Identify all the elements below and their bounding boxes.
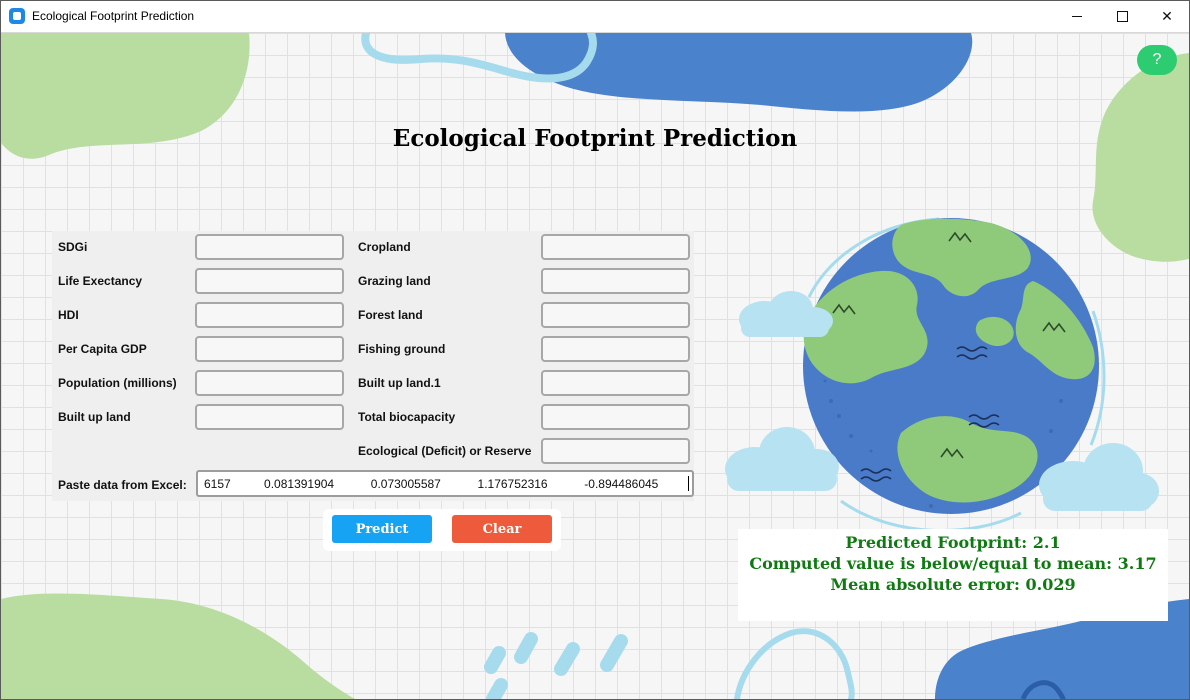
forest-land-input[interactable]: [541, 302, 690, 328]
close-icon: ✕: [1161, 8, 1173, 24]
label-per-capita-gdp: Per Capita GDP: [58, 342, 147, 356]
minimize-button[interactable]: [1054, 1, 1100, 32]
label-built-up-land: Built up land: [58, 410, 131, 424]
label-life-expectancy: Life Exectancy: [58, 274, 143, 288]
text-caret: [688, 476, 689, 491]
predicted-footprint-text: Predicted Footprint: 2.1: [845, 533, 1061, 552]
clear-button[interactable]: Clear: [452, 515, 552, 543]
close-button[interactable]: ✕: [1144, 1, 1189, 32]
label-total-biocapacity: Total biocapacity: [358, 410, 456, 424]
maximize-button[interactable]: [1099, 1, 1145, 32]
life-expectancy-input[interactable]: [195, 268, 344, 294]
ecological-deficit-input[interactable]: [541, 438, 690, 464]
hdi-input[interactable]: [195, 302, 344, 328]
built-up-land-1-input[interactable]: [541, 370, 690, 396]
app-window: Ecological Footprint Prediction ✕ ? Ecol…: [0, 0, 1190, 700]
cloud-left: [739, 291, 833, 337]
label-forest-land: Forest land: [358, 308, 423, 322]
minimize-icon: [1072, 16, 1082, 17]
per-capita-gdp-input[interactable]: [195, 336, 344, 362]
pill-dashes: [484, 632, 628, 699]
label-ecological-deficit: Ecological (Deficit) or Reserve: [358, 444, 532, 458]
title-bar: Ecological Footprint Prediction ✕: [1, 1, 1189, 33]
label-cropland: Cropland: [358, 240, 411, 254]
maximize-icon: [1116, 11, 1128, 22]
input-form: SDGi Life Exectancy HDI Per Capita GDP P…: [52, 231, 694, 501]
globe-illustration: [725, 217, 1159, 532]
window-title: Ecological Footprint Prediction: [32, 9, 195, 23]
help-button[interactable]: ?: [1137, 45, 1177, 75]
squiggle-bottom: [734, 628, 855, 699]
sdgi-input[interactable]: [195, 234, 344, 260]
label-sdgi: SDGi: [58, 240, 88, 254]
label-hdi: HDI: [58, 308, 79, 322]
mean-absolute-error-text: Mean absolute error: 0.029: [830, 575, 1076, 594]
total-biocapacity-input[interactable]: [541, 404, 690, 430]
fishing-ground-input[interactable]: [541, 336, 690, 362]
paste-excel-value: 6157 0.081391904 0.073005587 1.176752316…: [204, 477, 659, 491]
mean-comparison-text: Computed value is below/equal to mean: 3…: [749, 554, 1157, 573]
predict-button[interactable]: Predict: [332, 515, 432, 543]
label-population: Population (millions): [58, 376, 177, 390]
green-blob-bottom-left: [1, 593, 355, 699]
main-canvas: ? Ecological Footprint Prediction SDGi L…: [1, 33, 1189, 699]
built-up-land-input[interactable]: [195, 404, 344, 430]
label-paste-excel: Paste data from Excel:: [58, 478, 187, 492]
paste-excel-input[interactable]: 6157 0.081391904 0.073005587 1.176752316…: [196, 470, 694, 497]
prediction-result: Predicted Footprint: 2.1 Computed value …: [738, 529, 1168, 621]
page-title: Ecological Footprint Prediction: [392, 125, 798, 152]
app-icon: [9, 8, 25, 24]
label-built-up-land-1: Built up land.1: [358, 376, 441, 390]
grazing-land-input[interactable]: [541, 268, 690, 294]
population-input[interactable]: [195, 370, 344, 396]
label-fishing-ground: Fishing ground: [358, 342, 446, 356]
label-grazing-land: Grazing land: [358, 274, 431, 288]
cropland-input[interactable]: [541, 234, 690, 260]
